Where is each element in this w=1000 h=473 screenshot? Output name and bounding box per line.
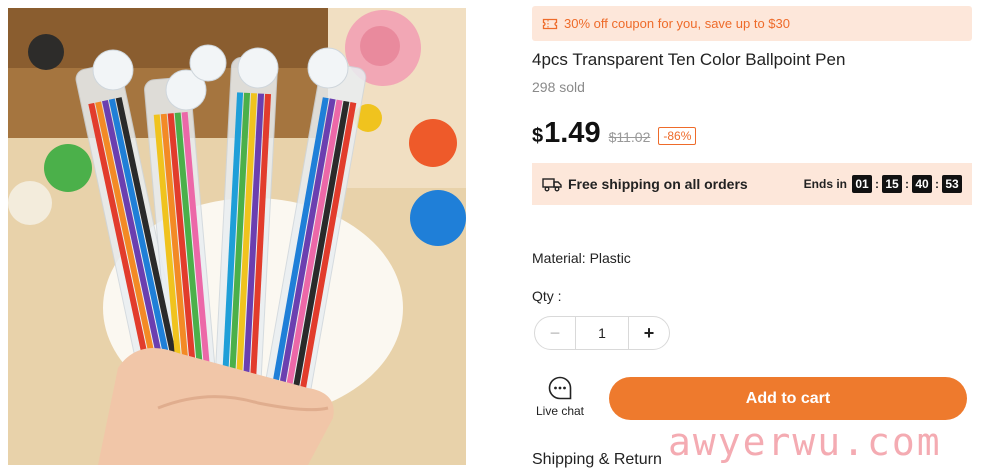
coupon-banner[interactable]: 30% off coupon for you, save up to $30 [532,6,972,41]
qty-label: Qty : [532,288,562,304]
countdown-seconds: 40 [912,175,932,193]
countdown-separator: : [905,177,909,191]
ends-in-label: Ends in [803,177,847,191]
live-chat-button[interactable]: Live chat [532,375,588,418]
price-currency: $ [532,125,544,147]
coupon-ticket-icon [542,18,558,29]
qty-decrease-button[interactable]: − [535,317,575,349]
discount-badge: -86% [658,127,697,145]
countdown-separator: : [935,177,939,191]
sale-price: 1.49 [544,117,601,149]
original-price: $11.02 [608,129,651,145]
countdown-hours: 01 [852,175,872,193]
product-image[interactable] [8,8,466,465]
shipping-banner: Free shipping on all orders Ends in 01 :… [532,163,972,205]
countdown-separator: : [875,177,879,191]
chat-bubble-icon [548,376,572,400]
live-chat-label: Live chat [535,404,585,418]
qty-increase-button[interactable]: + [629,317,669,349]
coupon-text: 30% off coupon for you, save up to $30 [564,16,790,31]
add-to-cart-button[interactable]: Add to cart [609,377,967,420]
product-title: 4pcs Transparent Ten Color Ballpoint Pen [532,50,846,69]
free-shipping-text: Free shipping on all orders [568,176,748,192]
truck-icon [542,178,562,192]
price-row: $ 1.49 $11.02 -86% [532,117,697,153]
countdown: Ends in 01 : 15 : 40 : 53 [804,175,962,193]
product-photo-illustration [8,8,466,465]
countdown-minutes: 15 [882,175,902,193]
shipping-return-link[interactable]: Shipping & Return [532,451,662,469]
material-spec: Material: Plastic [532,250,631,266]
watermark: awyerwu.com [668,420,942,464]
countdown-centis: 53 [942,175,962,193]
quantity-stepper: − 1 + [534,316,670,350]
qty-value[interactable]: 1 [575,317,629,349]
sold-count: 298 sold [532,79,585,95]
product-info-panel: 30% off coupon for you, save up to $30 4… [532,0,992,473]
